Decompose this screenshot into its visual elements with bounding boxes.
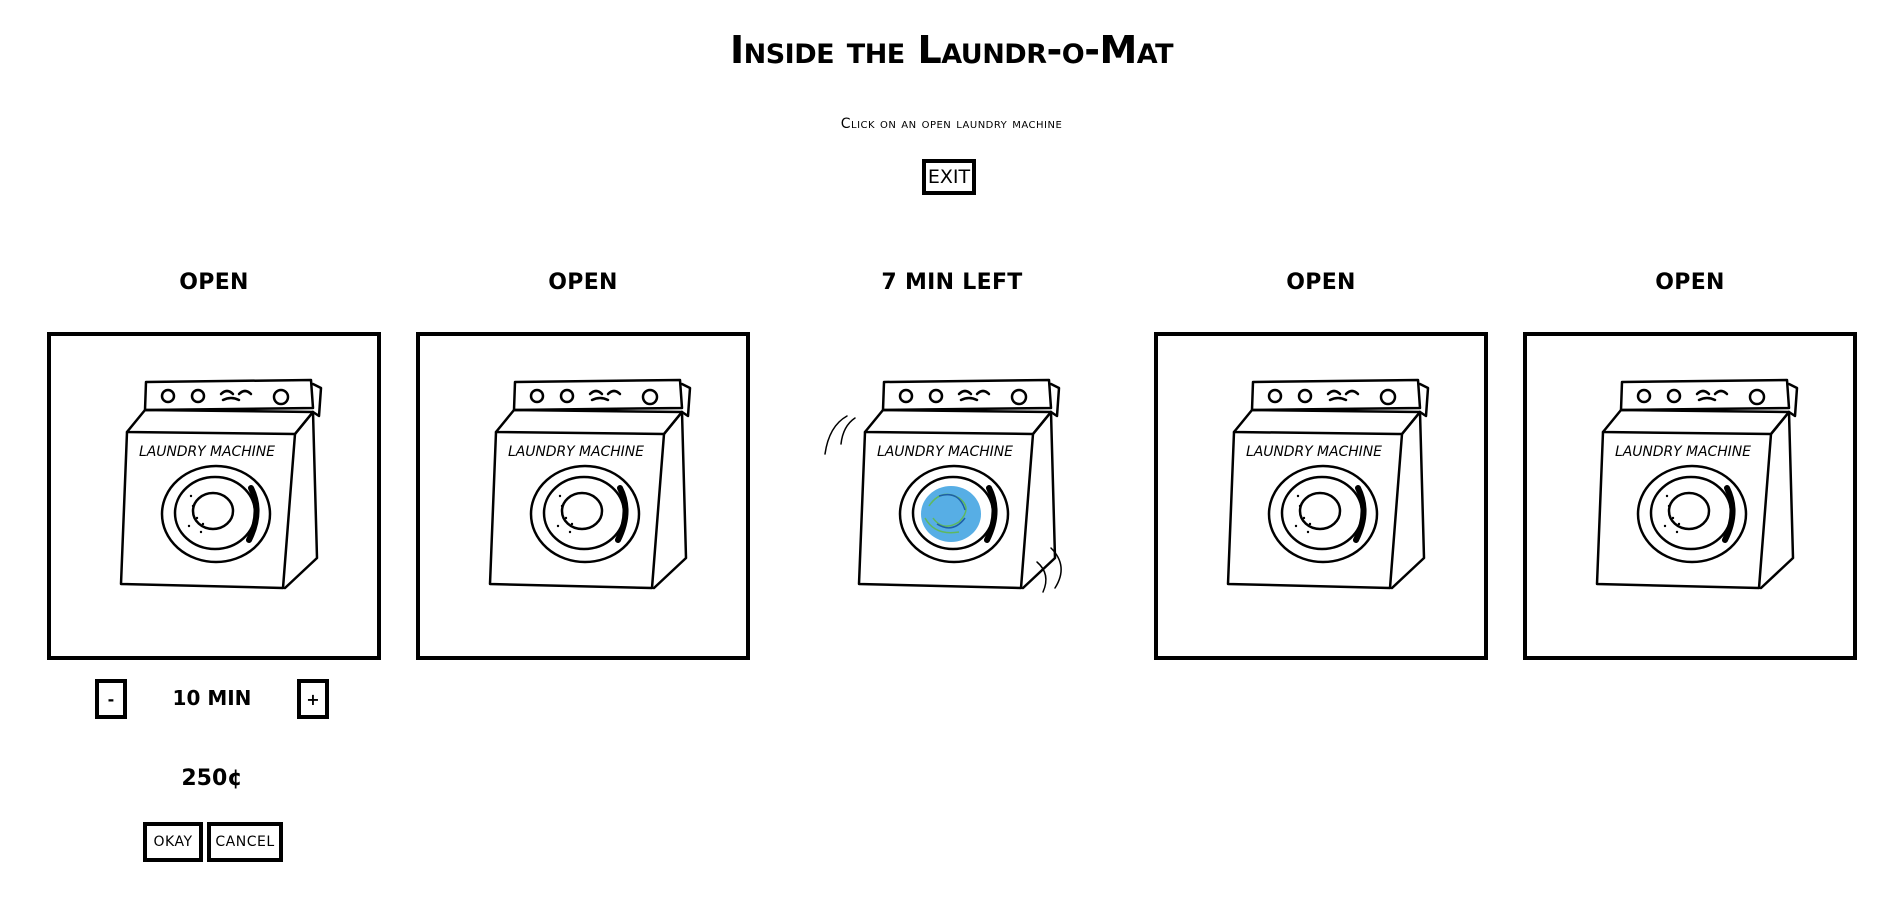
machine-button-1[interactable]: LAUNDRY MACHINE [47,332,381,660]
washing-machine-running-icon: LAUNDRY MACHINE [824,378,1062,593]
machine-slot-4: OPEN LAUNDRY MACHINE [1154,270,1488,660]
machine-button-4[interactable]: LAUNDRY MACHINE [1154,332,1488,660]
decrease-time-button[interactable]: - [95,679,127,719]
machine-status: 7 MIN LEFT [881,270,1023,295]
machine-status: OPEN [548,270,618,295]
price-value: 250¢ [181,766,243,791]
machine-status: OPEN [1286,270,1356,295]
machine-label: LAUNDRY MACHINE [1615,444,1751,460]
increase-time-button[interactable]: + [297,679,329,719]
laundromat-page: Inside the Laundr-o-Mat Click on an open… [0,0,1903,901]
machine-running-3: LAUNDRY MACHINE [785,332,1119,660]
machine-slot-1: OPEN LAUNDRY MACHINE [47,270,381,660]
machine-label: LAUNDRY MACHINE [139,444,275,460]
machine-slot-3: 7 MIN LEFT LAUNDRY MACHINE [785,270,1119,660]
machine-status: OPEN [1655,270,1725,295]
machine-label: LAUNDRY MACHINE [877,444,1013,460]
machine-slot-2: OPEN LAUNDRY MACHINE [416,270,750,660]
duration-value: 10 MIN [172,686,252,710]
machine-status: OPEN [179,270,249,295]
machine-label: LAUNDRY MACHINE [1246,444,1382,460]
okay-button[interactable]: OKAY [143,822,203,862]
machine-button-5[interactable]: LAUNDRY MACHINE [1523,332,1857,660]
washing-machine-icon: LAUNDRY MACHINE [119,378,323,590]
exit-button[interactable]: EXIT [922,159,976,195]
page-title: Inside the Laundr-o-Mat [729,28,1174,72]
machine-label: LAUNDRY MACHINE [508,444,644,460]
cancel-button[interactable]: CANCEL [207,822,283,862]
machine-slot-5: OPEN LAUNDRY MACHINE [1523,270,1857,660]
instruction-text: Click on an open laundry machine [840,116,1063,132]
machine-button-2[interactable]: LAUNDRY MACHINE [416,332,750,660]
washing-machine-icon: LAUNDRY MACHINE [1226,378,1430,590]
washing-machine-icon: LAUNDRY MACHINE [488,378,692,590]
washing-machine-icon: LAUNDRY MACHINE [1595,378,1799,590]
